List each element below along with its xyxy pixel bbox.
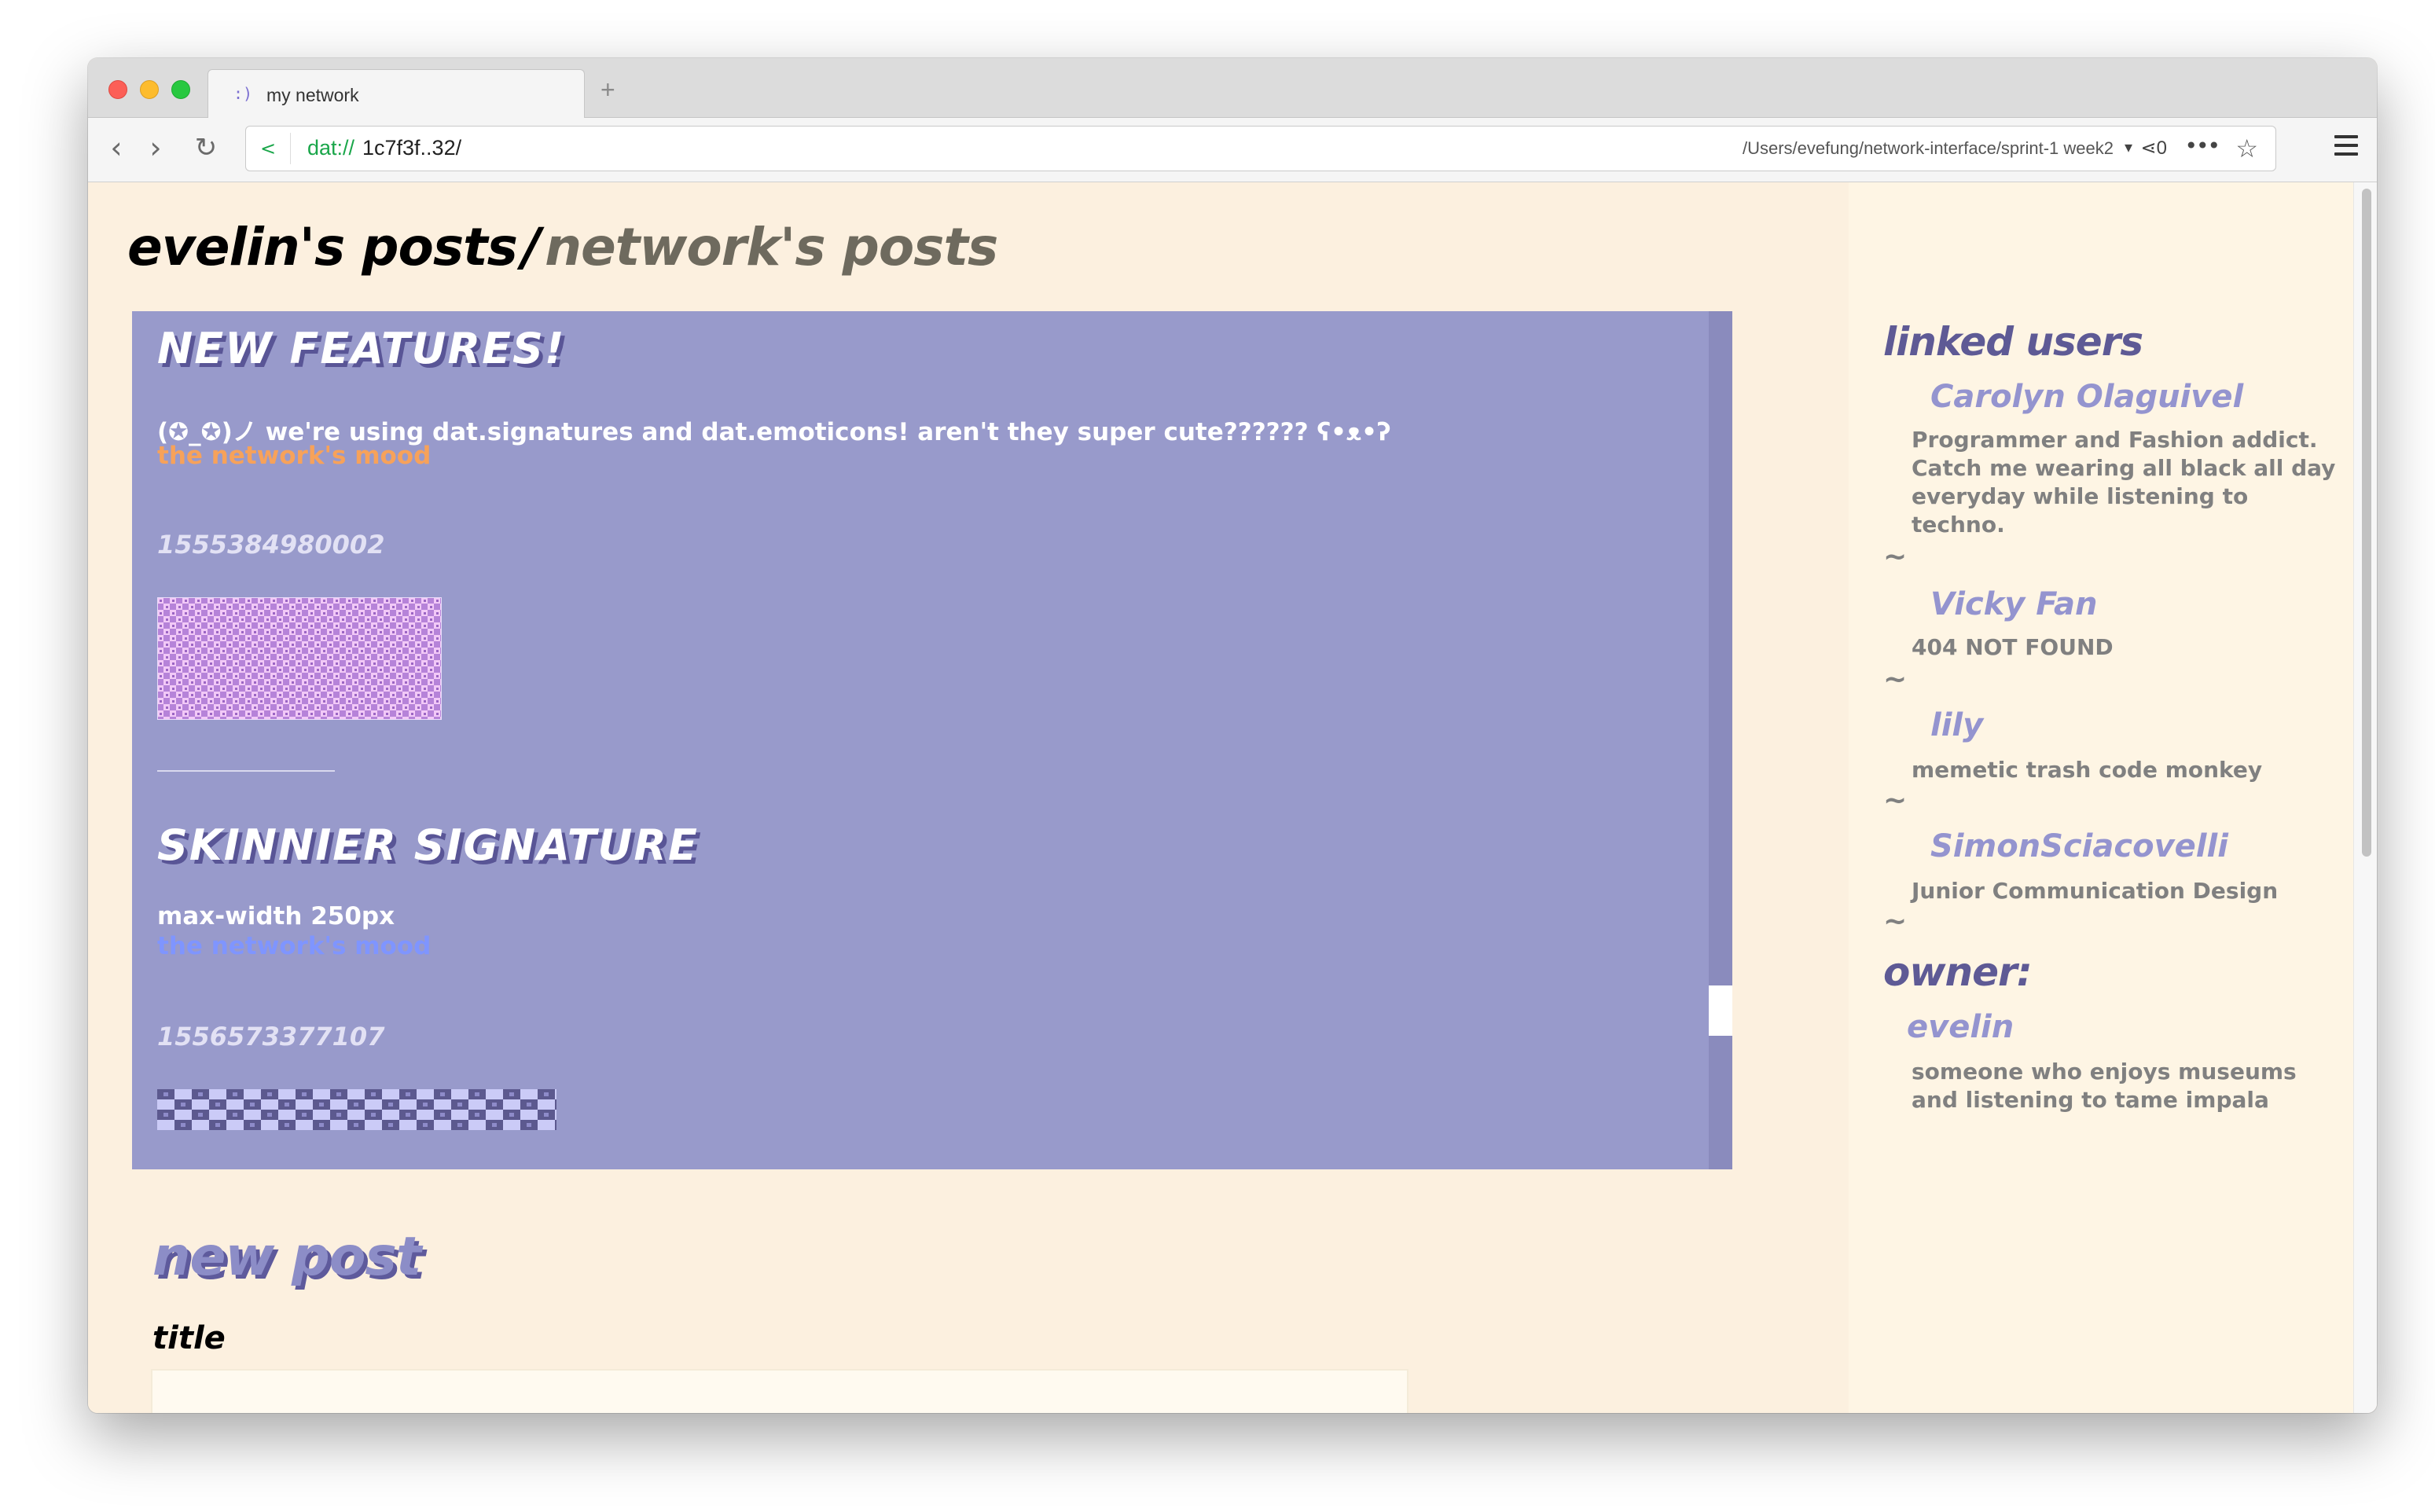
page-title: evelin's posts/network's posts: [127, 217, 998, 277]
posts-scrollbar-thumb[interactable]: [1709, 985, 1732, 1036]
page-content: evelin's posts/network's posts NEW FEATU…: [88, 182, 2377, 1413]
browser-window: :) my network + ‹ › ↻ < dat:// 1c7f3f..3…: [88, 58, 2377, 1413]
chevron-down-icon[interactable]: ▾: [2125, 138, 2132, 156]
post-mood-text: the network's mood: [157, 932, 432, 960]
more-icon[interactable]: •••: [2184, 133, 2220, 159]
network-icon: ⋖: [2140, 138, 2157, 159]
address-separator: [290, 133, 291, 164]
posts-feed[interactable]: NEW FEATURES! (✪_✪)ノ we're using dat.sig…: [132, 311, 1732, 1169]
forward-button[interactable]: ›: [138, 130, 173, 165]
page-scrollbar[interactable]: [2353, 182, 2377, 1413]
title-label: title: [152, 1320, 226, 1356]
share-icon[interactable]: <: [260, 138, 276, 160]
page-scrollbar-thumb[interactable]: [2362, 189, 2371, 857]
tab-strip: :) my network +: [88, 58, 2377, 118]
tab-my-network[interactable]: :) my network: [208, 69, 585, 118]
post-timestamp-text: 1555384980002: [157, 530, 385, 560]
posts-scrollbar[interactable]: [1709, 311, 1732, 1169]
linked-user-name[interactable]: SimonSciacovelli: [1930, 828, 2228, 864]
sidebar: linked users Carolyn Olaguivel Programme…: [1849, 182, 2353, 1413]
new-tab-button[interactable]: +: [600, 75, 615, 105]
post-body-text: max-width 250px: [157, 902, 395, 930]
minimize-window-button[interactable]: [140, 80, 159, 99]
bookmark-star-icon[interactable]: ☆: [2235, 134, 2258, 163]
local-path-dropdown[interactable]: /Users/evefung/network-interface/sprint-…: [1743, 138, 2114, 159]
post-body: max-width 250px: [157, 902, 395, 930]
linked-user-name[interactable]: Carolyn Olaguivel: [1930, 379, 2243, 415]
tab-favicon-icon: :): [233, 84, 253, 103]
user-separator: ~: [1883, 905, 1908, 938]
reload-button[interactable]: ↻: [189, 130, 223, 165]
owner-name[interactable]: evelin: [1907, 1009, 2014, 1045]
post-timestamp: 1555384980002: [157, 530, 384, 560]
post: NEW FEATURES!: [157, 324, 566, 373]
linked-user-bio: memetic trash code monkey: [1912, 757, 2263, 783]
linked-user-name[interactable]: Vicky Fan: [1930, 586, 2097, 622]
my-posts-tab[interactable]: evelin's posts: [127, 217, 518, 277]
post-mood-link[interactable]: the network's mood: [157, 442, 431, 470]
post-title: NEW FEATURES!: [157, 324, 566, 373]
main-column: evelin's posts/network's posts NEW FEATU…: [88, 182, 1849, 1413]
tab-title: my network: [266, 85, 359, 105]
post-divider: [157, 770, 335, 772]
post-timestamp: 1556573377107: [157, 1022, 384, 1051]
post-title: SKINNIER SIGNATURE: [157, 820, 699, 870]
peers-count[interactable]: ⋖0: [2141, 137, 2167, 160]
user-separator: ~: [1883, 663, 1908, 695]
owner-bio: someone who enjoys museums and listening…: [1912, 1059, 2297, 1113]
peers-count-value: 0: [2156, 138, 2167, 159]
linked-users-heading: linked users: [1883, 319, 2143, 365]
title-input[interactable]: [151, 1369, 1408, 1413]
url-protocol: dat://: [307, 136, 355, 160]
zoom-window-button[interactable]: [171, 80, 190, 99]
post-signature-image: [157, 597, 442, 720]
post-signature-image: [157, 1089, 556, 1130]
user-separator: ~: [1883, 784, 1908, 817]
post-mood-link[interactable]: the network's mood: [157, 932, 431, 960]
post: SKINNIER SIGNATURE: [157, 820, 699, 870]
navigation-bar: ‹ › ↻ < dat:// 1c7f3f..32/ /Users/evefun…: [88, 118, 2377, 182]
new-post-heading: new post: [152, 1226, 421, 1288]
post-mood-text: the network's mood: [157, 442, 432, 470]
linked-user-bio: 404 NOT FOUND: [1912, 634, 2114, 660]
linked-user-name[interactable]: lily: [1930, 707, 1983, 743]
post-timestamp-text: 1556573377107: [157, 1022, 385, 1051]
close-window-button[interactable]: [108, 80, 127, 99]
title-slash: /: [521, 217, 541, 277]
user-separator: ~: [1883, 541, 1908, 573]
hamburger-menu-icon[interactable]: [2334, 135, 2358, 157]
linked-user-bio: Junior Communication Design: [1912, 878, 2279, 904]
linked-user-bio: Programmer and Fashion addict. Catch me …: [1912, 427, 2336, 538]
back-button[interactable]: ‹: [99, 130, 134, 165]
address-bar[interactable]: < dat:// 1c7f3f..32/ /Users/evefung/netw…: [245, 126, 2276, 171]
url-host: 1c7f3f..32/: [362, 136, 462, 160]
owner-heading: owner:: [1883, 949, 2033, 995]
network-posts-tab[interactable]: network's posts: [545, 217, 998, 277]
